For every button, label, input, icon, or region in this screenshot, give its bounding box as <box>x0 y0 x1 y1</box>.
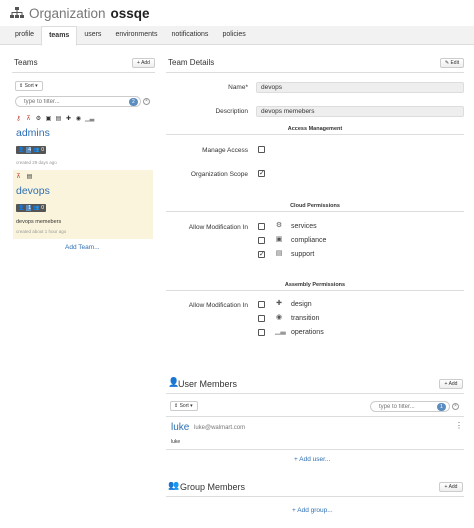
group-members-title: Group Members <box>180 482 246 492</box>
team-details-title: Team Details <box>168 58 215 67</box>
transition-label: transition <box>291 315 320 322</box>
services-label: services <box>291 223 317 230</box>
member-email: luke@walmart.com <box>194 425 246 431</box>
tab-notifications[interactable]: notifications <box>164 26 215 45</box>
members-filter-input[interactable] <box>379 403 439 410</box>
compliance-label: compliance <box>291 237 327 244</box>
member-name[interactable]: luke <box>171 422 189 433</box>
divider <box>166 393 464 394</box>
members-sort-button[interactable]: ⇕ Sort ▾ <box>170 401 198 411</box>
support-label: support <box>291 251 315 258</box>
member-username: luke <box>171 439 181 445</box>
edit-button[interactable]: ✎ Edit <box>440 58 464 68</box>
add-team-button[interactable]: + Add <box>132 58 155 68</box>
team-created-meta: created 29 days ago <box>16 160 57 165</box>
tab-policies[interactable]: policies <box>215 26 252 45</box>
org-scope-checkbox[interactable]: ✓ <box>258 170 265 177</box>
divider <box>166 134 464 135</box>
assembly-permissions-heading: Assembly Permissions <box>284 282 346 288</box>
team-created-meta: created about 1 hour ago <box>16 229 67 234</box>
briefcase-icon: ▤ <box>275 250 283 257</box>
member-menu-icon[interactable]: ⋮ <box>455 421 463 430</box>
id-card-icon: ▣ <box>275 236 283 243</box>
sitemap-icon <box>10 7 24 18</box>
teams-filter-input[interactable] <box>24 98 114 105</box>
tab-teams[interactable]: teams <box>41 26 78 46</box>
clear-filter-icon[interactable]: × <box>143 98 150 105</box>
add-user-link[interactable]: + Add user... <box>294 456 330 463</box>
divider <box>166 72 464 73</box>
assembly-allow-label: Allow Modification In <box>188 302 248 309</box>
team-description: devops memebers <box>16 219 62 225</box>
manage-access-label: Manage Access <box>202 147 248 154</box>
puzzle-icon: ✚ <box>276 300 282 307</box>
transition-checkbox[interactable] <box>258 315 265 322</box>
team-name-admins[interactable]: admins <box>16 127 50 139</box>
operations-checkbox[interactable] <box>258 329 265 336</box>
tab-environments[interactable]: environments <box>108 26 164 45</box>
name-label: Name* <box>228 84 248 91</box>
puzzle-icon: ✚ <box>65 116 72 122</box>
teams-panel-title: Teams <box>14 58 38 67</box>
tab-profile[interactable]: profile <box>8 26 41 45</box>
org-scope-label: Organization Scope <box>190 171 248 178</box>
divider <box>12 72 155 73</box>
description-label: Description <box>215 108 248 115</box>
manage-access-checkbox[interactable] <box>258 146 265 153</box>
services-checkbox[interactable] <box>258 223 265 230</box>
divider <box>166 416 464 417</box>
target-icon: ◉ <box>275 314 283 321</box>
name-field[interactable]: devops <box>256 82 464 93</box>
divider <box>166 449 464 450</box>
add-team-link[interactable]: Add Team... <box>65 244 100 251</box>
members-filter-count-badge: 1 <box>437 403 446 411</box>
design-checkbox[interactable] <box>258 301 265 308</box>
target-icon: ◉ <box>75 116 82 122</box>
add-user-member-button[interactable]: + Add <box>439 379 463 389</box>
id-card-icon: ▣ <box>45 116 52 122</box>
clear-filter-icon[interactable]: × <box>452 403 459 410</box>
sitemap-icon: ⊼ <box>16 174 21 180</box>
add-group-member-button[interactable]: + Add <box>439 482 463 492</box>
teams-sort-button[interactable]: ⇕ Sort ▾ <box>15 81 43 91</box>
page-header: Organization ossqe <box>0 0 474 26</box>
user-icon: 👤 <box>168 377 180 387</box>
org-name: ossqe <box>110 5 150 21</box>
access-management-heading: Access Management <box>287 126 343 132</box>
key-icon: ⚷ <box>16 116 21 122</box>
cloud-allow-label: Allow Modification In <box>188 224 248 231</box>
gear-icon: ⚙ <box>275 222 283 229</box>
signal-bars-icon: ▁▃ <box>85 116 95 122</box>
org-label: Organization <box>29 5 106 21</box>
support-checkbox[interactable]: ✓ <box>258 251 265 258</box>
tab-bar: profile teams users environments notific… <box>0 26 474 46</box>
gear-icon: ⚙ <box>35 116 42 122</box>
divider <box>166 290 464 291</box>
user-members-title: User Members <box>178 379 238 389</box>
teams-filter-count-badge: 2 <box>129 98 138 106</box>
description-field[interactable]: devops memebers <box>256 106 464 117</box>
sitemap-icon: ⊼ <box>26 116 31 122</box>
tab-users[interactable]: users <box>77 26 108 45</box>
operations-label: operations <box>291 329 324 336</box>
briefcase-icon: ▤ <box>55 116 62 122</box>
groups-count-badge: 👥 0 <box>31 204 47 212</box>
group-icon: 👥 <box>168 480 180 490</box>
signal-bars-icon: ▁▃ <box>275 328 286 335</box>
teams-filter-field[interactable] <box>15 96 141 107</box>
briefcase-icon: ▤ <box>26 174 33 180</box>
divider <box>166 211 464 212</box>
groups-count-badge: 👥 0 <box>31 146 47 154</box>
design-label: design <box>291 301 312 308</box>
team-name-devops[interactable]: devops <box>16 185 50 197</box>
cloud-permissions-heading: Cloud Permissions <box>290 203 340 209</box>
compliance-checkbox[interactable] <box>258 237 265 244</box>
divider <box>166 496 464 497</box>
add-group-link[interactable]: + Add group... <box>292 507 333 514</box>
